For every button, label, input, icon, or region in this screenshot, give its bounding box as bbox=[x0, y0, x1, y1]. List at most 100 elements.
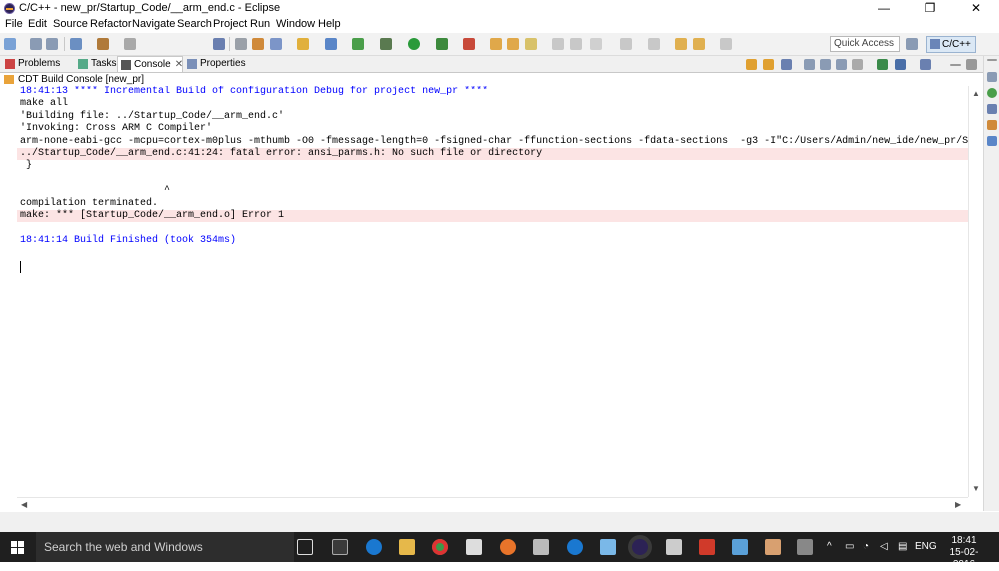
menu-window[interactable]: Window bbox=[276, 18, 315, 30]
new-icon[interactable] bbox=[4, 38, 16, 50]
menu-source[interactable]: Source bbox=[53, 18, 88, 30]
paint-icon[interactable] bbox=[765, 539, 781, 555]
pin-console-icon[interactable] bbox=[852, 59, 863, 70]
include-browser-icon[interactable] bbox=[987, 104, 997, 114]
restore-view-icon[interactable] bbox=[987, 59, 997, 61]
clear-console-icon[interactable] bbox=[804, 59, 815, 70]
calculator-icon[interactable] bbox=[666, 539, 682, 555]
paste-icon[interactable] bbox=[836, 59, 847, 70]
close-button[interactable]: ✕ bbox=[953, 0, 999, 17]
menu-search[interactable]: Search bbox=[177, 18, 212, 30]
system-clock[interactable]: 18:41 15-02-2016 bbox=[944, 535, 984, 571]
restore-button[interactable]: ❐ bbox=[907, 0, 953, 17]
minimize-button[interactable]: — bbox=[861, 0, 907, 17]
menu-run[interactable]: Run bbox=[250, 18, 270, 30]
back-icon[interactable] bbox=[693, 38, 705, 50]
new-console-icon[interactable] bbox=[920, 59, 931, 70]
chrome-icon[interactable] bbox=[432, 539, 448, 555]
display-console-icon[interactable] bbox=[877, 59, 888, 70]
make-target-icon[interactable] bbox=[987, 88, 997, 98]
copy-icon[interactable] bbox=[820, 59, 831, 70]
wifi-icon[interactable]: ◔ bbox=[863, 532, 869, 562]
scroll-right-arrow-icon[interactable]: ▶ bbox=[955, 500, 961, 509]
minimize-view-icon[interactable] bbox=[950, 64, 961, 66]
run-icon[interactable] bbox=[408, 38, 420, 50]
ie-icon[interactable] bbox=[567, 539, 583, 555]
notifications-icon[interactable]: ▤ bbox=[898, 532, 907, 562]
close-icon[interactable]: ✕ bbox=[175, 59, 183, 70]
console-output[interactable]: 18:41:13 **** Incremental Build of confi… bbox=[17, 86, 968, 497]
search-icon[interactable] bbox=[525, 38, 537, 50]
tab-tasks[interactable]: Tasks bbox=[75, 56, 121, 72]
horizontal-scrollbar[interactable]: ◀ ▶ bbox=[17, 497, 968, 512]
scroll-down-arrow-icon[interactable]: ▼ bbox=[972, 484, 980, 493]
new-class-icon[interactable] bbox=[252, 38, 264, 50]
vertical-scrollbar[interactable]: ▲ ▼ bbox=[968, 86, 983, 497]
build-icon[interactable] bbox=[97, 38, 109, 50]
tools-icon[interactable] bbox=[533, 539, 549, 555]
external-tools-icon[interactable] bbox=[235, 38, 247, 50]
prev-annotation-icon[interactable] bbox=[648, 38, 660, 50]
store-icon[interactable] bbox=[466, 539, 482, 555]
scroll-left-arrow-icon[interactable]: ◀ bbox=[21, 500, 27, 509]
start-button[interactable] bbox=[0, 532, 36, 562]
forward-icon[interactable] bbox=[720, 38, 732, 50]
open-element-icon[interactable] bbox=[507, 38, 519, 50]
firefox-icon[interactable] bbox=[500, 539, 516, 555]
battery-icon[interactable]: ▭ bbox=[845, 532, 854, 562]
console-app-icon[interactable] bbox=[797, 539, 813, 555]
save-icon[interactable] bbox=[30, 38, 42, 50]
menu-project[interactable]: Project bbox=[213, 18, 247, 30]
maximize-view-icon[interactable] bbox=[966, 59, 977, 70]
task-view-icon[interactable] bbox=[297, 539, 313, 555]
text-cursor bbox=[20, 261, 21, 273]
clean-icon[interactable] bbox=[124, 38, 136, 50]
taskbar-search-input[interactable]: Search the web and Windows bbox=[36, 532, 294, 562]
tab-properties[interactable]: Properties bbox=[184, 56, 250, 72]
tab-console[interactable]: Console ✕ bbox=[117, 56, 183, 72]
menu-file[interactable]: File bbox=[5, 18, 23, 30]
remote-desktop-icon[interactable] bbox=[732, 539, 748, 555]
tab-problems[interactable]: Problems bbox=[2, 56, 64, 72]
next-annotation-icon[interactable] bbox=[620, 38, 632, 50]
toggle-mark-icon[interactable] bbox=[552, 38, 564, 50]
scroll-up-arrow-icon[interactable]: ▲ bbox=[972, 89, 980, 98]
debug-run-icon[interactable] bbox=[352, 38, 364, 50]
menu-refactor[interactable]: Refactor bbox=[90, 18, 132, 30]
new-file-icon[interactable] bbox=[325, 38, 337, 50]
open-perspective-icon[interactable] bbox=[906, 38, 918, 50]
registers-icon[interactable] bbox=[987, 136, 997, 146]
new-project-icon[interactable] bbox=[270, 38, 282, 50]
last-edit-icon[interactable] bbox=[675, 38, 687, 50]
notepad-icon[interactable] bbox=[600, 539, 616, 555]
outline-icon[interactable] bbox=[987, 72, 997, 82]
quick-access-input[interactable]: Quick Access bbox=[830, 36, 900, 52]
debug-icon[interactable] bbox=[380, 38, 392, 50]
block-selection-icon[interactable] bbox=[570, 38, 582, 50]
scroll-lock-icon[interactable] bbox=[781, 59, 792, 70]
coverage-icon[interactable] bbox=[463, 38, 475, 50]
run-external-icon[interactable] bbox=[436, 38, 448, 50]
menu-help[interactable]: Help bbox=[318, 18, 341, 30]
perspective-cpp-button[interactable]: C/C++ bbox=[926, 36, 976, 53]
file-explorer-icon[interactable] bbox=[399, 539, 415, 555]
menu-navigate[interactable]: Navigate bbox=[132, 18, 175, 30]
scroll-up-icon[interactable] bbox=[763, 59, 774, 70]
build-config-icon[interactable] bbox=[70, 38, 82, 50]
edge-icon[interactable] bbox=[366, 539, 382, 555]
skip-breakpoints-icon[interactable] bbox=[213, 38, 225, 50]
open-type-icon[interactable] bbox=[490, 38, 502, 50]
pdf-icon[interactable] bbox=[699, 539, 715, 555]
new-folder-icon[interactable] bbox=[297, 38, 309, 50]
menu-edit[interactable]: Edit bbox=[28, 18, 47, 30]
save-all-icon[interactable] bbox=[46, 38, 58, 50]
eclipse-taskbar-icon[interactable] bbox=[632, 539, 648, 555]
language-indicator[interactable]: ENG bbox=[915, 532, 937, 562]
scroll-down-icon[interactable] bbox=[746, 59, 757, 70]
open-console-icon[interactable] bbox=[895, 59, 906, 70]
show-whitespace-icon[interactable] bbox=[590, 38, 602, 50]
calculator-grid-icon[interactable] bbox=[332, 539, 348, 555]
task-list-icon[interactable] bbox=[987, 120, 997, 130]
tray-chevron-icon[interactable]: ^ bbox=[827, 532, 832, 562]
volume-icon[interactable]: ◁ bbox=[880, 532, 888, 562]
